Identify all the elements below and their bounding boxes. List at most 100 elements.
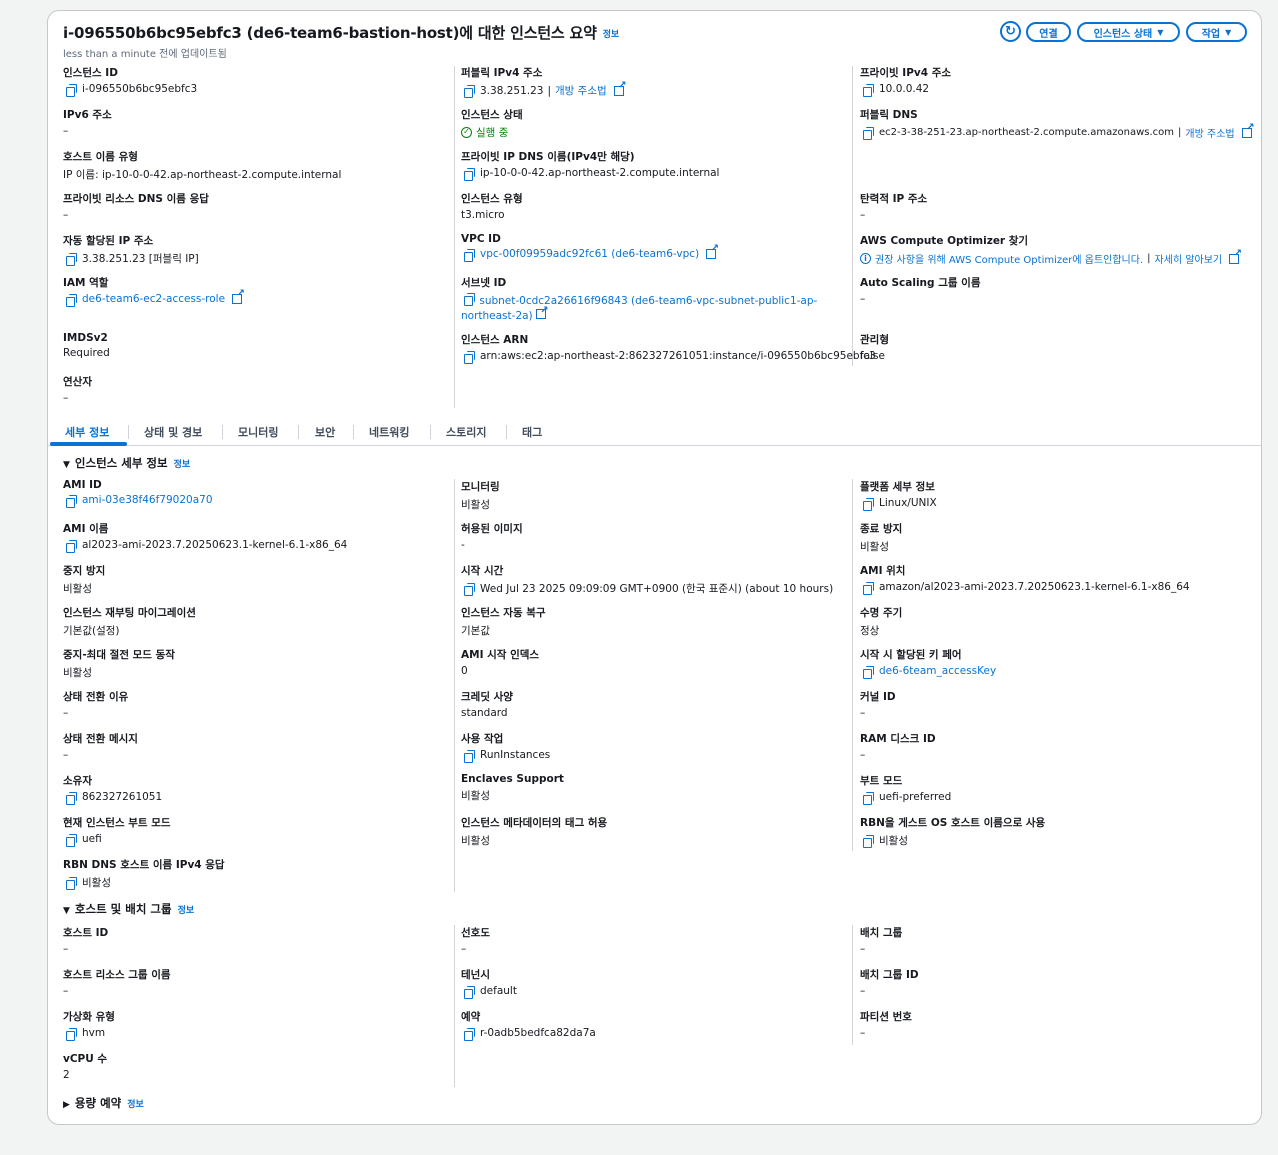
copy-icon[interactable] xyxy=(66,1027,77,1041)
copy-icon[interactable] xyxy=(66,83,77,97)
copy-icon[interactable] xyxy=(863,83,874,97)
open-address-link[interactable]: 개방 주소법 xyxy=(555,83,607,98)
tab-storage[interactable]: 스토리지 xyxy=(446,424,486,440)
key-pair-link[interactable]: de6-6team_accessKey xyxy=(879,665,996,677)
external-link-icon[interactable] xyxy=(1241,122,1255,138)
field-kernel-id: 커널 ID – xyxy=(860,691,896,719)
field-private-ip-dns: 프라이빗 IP DNS 이름(IPv4만 해당) ip-10-0-0-42.ap… xyxy=(461,151,720,181)
tab-monitoring[interactable]: 모니터링 xyxy=(238,424,278,440)
field-state-message: 상태 전환 메시지 – xyxy=(63,733,138,761)
field-reboot-migration: 인스턴스 재부팅 마이그레이션 기본값(설정) xyxy=(63,607,196,637)
copy-icon[interactable] xyxy=(464,350,475,364)
compute-optimizer-link[interactable]: 권장 사항을 위해 AWS Compute Optimizer에 옵트인합니다. xyxy=(875,251,1143,266)
field-termination-protection: 종료 방지 비활성 xyxy=(860,523,903,553)
field-ami-id: AMI ID ami-03e38f46f79020a70 xyxy=(63,479,213,508)
tab-security[interactable]: 보안 xyxy=(315,424,335,440)
external-link-icon[interactable] xyxy=(613,80,627,96)
status-badge: 실행 중 xyxy=(476,127,509,139)
details-info-link[interactable]: 정보 xyxy=(174,460,191,470)
field-placement-group-id: 배치 그룹 ID – xyxy=(860,969,919,997)
ami-id-link[interactable]: ami-03e38f46f79020a70 xyxy=(82,494,213,506)
field-instance-id: 인스턴스 ID i-096550b6bc95ebfc3 xyxy=(63,67,198,97)
column-divider xyxy=(454,66,455,408)
connect-button[interactable]: 연결 xyxy=(1026,22,1071,42)
field-imdsv2: IMDSv2 Required xyxy=(63,332,110,359)
field-state-reason: 상태 전환 이유 – xyxy=(63,691,129,719)
field-subnet-id: 서브넷 ID subnet-0cdc2a26616f96843 (de6-tea… xyxy=(461,275,846,324)
column-divider xyxy=(852,479,853,851)
field-rbn-dns-ipv4: RBN DNS 호스트 이름 IPv4 응답 비활성 xyxy=(63,859,225,890)
field-reservation: 예약 r-0adb5bedfca82da7a xyxy=(461,1011,596,1041)
field-compute-optimizer: AWS Compute Optimizer 찾기 i 권장 사항을 위해 AWS … xyxy=(860,233,1242,266)
subnet-link[interactable]: subnet-0cdc2a26616f96843 (de6-team6-vpc-… xyxy=(461,295,817,322)
caret-down-icon: ▼ xyxy=(63,906,70,916)
copy-icon[interactable] xyxy=(66,791,77,805)
field-stop-protection: 중지 방지 비활성 xyxy=(63,565,106,595)
external-link-icon[interactable] xyxy=(1229,248,1242,264)
tab-status-alarms[interactable]: 상태 및 경보 xyxy=(144,424,202,440)
column-divider xyxy=(454,925,455,1087)
status-check-icon: ✓ xyxy=(461,127,472,138)
instance-details-header[interactable]: ▼ 인스턴스 세부 정보 정보 xyxy=(63,455,190,471)
open-address-link[interactable]: 개방 주소법 xyxy=(1185,125,1234,140)
details-column-1: AMI ID ami-03e38f46f79020a70 AMI 이름 al20… xyxy=(63,479,347,899)
copy-icon[interactable] xyxy=(863,665,874,679)
vpc-link[interactable]: vpc-00f09959adc92fc61 (de6-team6-vpc) xyxy=(480,248,699,260)
copy-icon[interactable] xyxy=(66,253,77,266)
copy-icon[interactable] xyxy=(464,167,475,181)
host-info-link[interactable]: 정보 xyxy=(178,906,195,916)
field-credit-spec: 크레딧 사양 standard xyxy=(461,691,513,719)
title-info-link[interactable]: 정보 xyxy=(603,30,619,40)
field-enclaves-support: Enclaves Support 비활성 xyxy=(461,773,564,802)
field-public-ipv4: 퍼블릭 IPv4 주소 3.38.251.23 | 개방 주소법 xyxy=(461,65,627,98)
tab-details[interactable]: 세부 정보 xyxy=(65,424,109,440)
field-usage-operation: 사용 작업 RunInstances xyxy=(461,733,551,763)
copy-icon[interactable] xyxy=(464,85,475,98)
field-instance-arn: 인스턴스 ARN arn:aws:ec2:ap-northeast-2:8623… xyxy=(461,334,876,364)
field-auto-recovery: 인스턴스 자동 복구 기본값 xyxy=(461,607,546,637)
host-placement-header[interactable]: ▼ 호스트 및 배치 그룹 정보 xyxy=(63,901,194,917)
copy-icon[interactable] xyxy=(863,127,874,140)
column-divider xyxy=(852,925,853,1045)
field-instance-state: 인스턴스 상태 ✓ 실행 중 xyxy=(461,109,523,139)
field-vpc-id: VPC ID vpc-00f09959adc92fc61 (de6-team6-… xyxy=(461,233,719,262)
field-host-id: 호스트 ID – xyxy=(63,927,109,955)
capacity-info-link[interactable]: 정보 xyxy=(127,1100,144,1110)
field-current-boot-mode: 현재 인스턴스 부트 모드 uefi xyxy=(63,817,171,847)
copy-icon[interactable] xyxy=(66,293,77,307)
tab-networking[interactable]: 네트워킹 xyxy=(369,424,409,440)
copy-icon[interactable] xyxy=(863,835,874,848)
copy-icon[interactable] xyxy=(464,1027,475,1041)
copy-icon[interactable] xyxy=(863,581,874,595)
copy-icon[interactable] xyxy=(464,293,475,306)
learn-more-link[interactable]: 자세히 알아보기 xyxy=(1155,251,1223,266)
copy-icon[interactable] xyxy=(66,494,77,508)
field-managed: 관리형 false xyxy=(860,334,889,362)
copy-icon[interactable] xyxy=(66,877,77,890)
copy-icon[interactable] xyxy=(464,583,475,596)
field-host-resource-group: 호스트 리소스 그룹 이름 – xyxy=(63,969,171,997)
copy-icon[interactable] xyxy=(863,791,874,805)
field-ami-location: AMI 위치 amazon/al2023-ami-2023.7.20250623… xyxy=(860,565,1190,595)
iam-role-link[interactable]: de6-team6-ec2-access-role xyxy=(82,293,225,305)
column-divider xyxy=(852,66,853,366)
actions-button[interactable]: 작업 ▼ xyxy=(1186,22,1247,42)
copy-icon[interactable] xyxy=(66,833,77,847)
capacity-reservation-header[interactable]: ▶ 용량 예약 정보 xyxy=(63,1095,144,1111)
external-link-icon[interactable] xyxy=(535,303,549,319)
copy-icon[interactable] xyxy=(863,497,874,511)
tab-tags[interactable]: 태그 xyxy=(522,424,542,440)
copy-icon[interactable] xyxy=(464,985,475,999)
copy-icon[interactable] xyxy=(464,248,475,262)
last-updated-text: less than a minute 전에 업데이트됨 xyxy=(63,49,227,60)
copy-icon[interactable] xyxy=(464,749,475,763)
field-instance-type: 인스턴스 유형 t3.micro xyxy=(461,193,523,221)
field-resource-dns: 프라이빗 리소스 DNS 이름 응답 – xyxy=(63,193,209,221)
refresh-button[interactable]: ↻ xyxy=(1000,21,1021,42)
external-link-icon[interactable] xyxy=(232,288,245,304)
copy-icon[interactable] xyxy=(66,539,77,553)
field-affinity: 선호도 – xyxy=(461,927,490,955)
caret-right-icon: ▶ xyxy=(63,1100,70,1110)
external-link-icon[interactable] xyxy=(706,243,719,259)
instance-state-button[interactable]: 인스턴스 상태 ▼ xyxy=(1077,22,1180,42)
